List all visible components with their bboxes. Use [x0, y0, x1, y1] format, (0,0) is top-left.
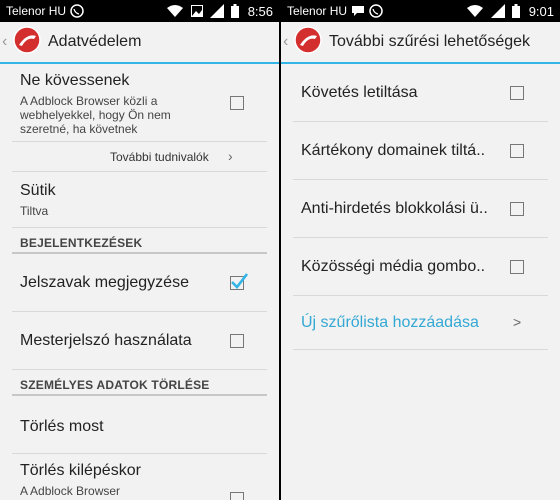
- do-not-track-checkbox[interactable]: [230, 96, 244, 110]
- action-bar: ‹ További szűrési lehetőségek: [281, 22, 560, 64]
- clear-on-exit-item[interactable]: Törlés kilépéskor A Adblock Browser: [12, 454, 267, 500]
- clear-on-exit-label: Törlés kilépéskor: [20, 462, 141, 479]
- page-title: További szűrési lehetőségek: [329, 33, 531, 50]
- clock: 8:56: [247, 3, 273, 19]
- cookies-label: Sütik: [20, 182, 56, 199]
- remember-passwords-label: Jelszavak megjegyzése: [20, 274, 189, 291]
- chevron-right-icon: ›: [228, 148, 233, 164]
- do-not-track-item[interactable]: Ne kövessenek A Adblock Browser közli a …: [12, 64, 267, 142]
- master-password-label: Mesterjelszó használata: [20, 332, 192, 349]
- signal-icon: [490, 4, 505, 18]
- filter-item-anti-adblock[interactable]: Anti-hirdetés blokkolási ü..: [293, 180, 548, 238]
- section-title-logins: BEJELENTKEZÉSEK: [20, 236, 143, 250]
- do-not-track-desc-2: webhelyekkel, hogy Ön nem: [20, 108, 171, 122]
- page-title: Adatvédelem: [48, 33, 142, 50]
- filter-checkbox[interactable]: [510, 202, 524, 216]
- master-password-checkbox[interactable]: [230, 334, 244, 348]
- do-not-track-desc-3: szeretné, ha követnek: [20, 122, 138, 136]
- more-info-link[interactable]: További tudnivalók: [110, 150, 209, 164]
- clear-on-exit-desc: A Adblock Browser: [20, 484, 121, 498]
- master-password-item[interactable]: Mesterjelszó használata: [12, 312, 267, 370]
- battery-icon: [230, 4, 239, 18]
- back-chevron-icon[interactable]: ‹: [283, 33, 291, 51]
- cookies-item[interactable]: Sütik Tiltva: [12, 172, 267, 228]
- chat-bubble-icon: [351, 5, 365, 17]
- clear-now-item[interactable]: Törlés most: [12, 396, 267, 454]
- wifi-icon: [466, 4, 484, 18]
- back-chevron-icon[interactable]: ‹: [2, 33, 10, 51]
- add-filter-list-item[interactable]: Új szűrőlista hozzáadása >: [293, 296, 548, 350]
- do-not-track-desc-1: A Adblock Browser közli a: [20, 94, 158, 108]
- filter-item-tracking[interactable]: Követés letiltása: [293, 64, 548, 122]
- viber-icon: [70, 4, 84, 18]
- more-info-row[interactable]: További tudnivalók ›: [12, 142, 267, 172]
- checkmark-icon: [231, 273, 248, 289]
- status-bar: Telenor HU 9:01: [281, 0, 560, 22]
- filter-checkbox[interactable]: [510, 260, 524, 274]
- cookies-value: Tiltva: [20, 204, 49, 218]
- filter-label: Kártékony domainek tiltá..: [301, 142, 486, 159]
- add-filter-list-link[interactable]: Új szűrőlista hozzáadása: [301, 314, 479, 332]
- remember-passwords-item[interactable]: Jelszavak megjegyzése: [12, 254, 267, 312]
- filter-label: Anti-hirdetés blokkolási ü..: [301, 200, 488, 217]
- clear-on-exit-checkbox[interactable]: [230, 492, 244, 500]
- section-header-logins: BEJELENTKEZÉSEK: [12, 228, 267, 254]
- battery-icon: [511, 4, 520, 18]
- clock: 9:01: [528, 3, 554, 19]
- carrier-name: Telenor HU: [6, 4, 67, 18]
- clear-now-label: Törlés most: [20, 418, 104, 435]
- signal-icon: [209, 4, 224, 18]
- app-logo-icon[interactable]: [293, 25, 329, 60]
- filter-label: Követés letiltása: [301, 84, 418, 101]
- status-bar: Telenor HU 8:56: [0, 0, 279, 22]
- wifi-icon: [166, 4, 184, 18]
- filter-item-social[interactable]: Közösségi média gombo..: [293, 238, 548, 296]
- left-screen: Telenor HU 8:56 ‹ Adatvédelem Ne kövesse…: [0, 0, 279, 500]
- filter-item-malware[interactable]: Kártékony domainek tiltá..: [293, 122, 548, 180]
- app-logo-icon[interactable]: [12, 25, 48, 60]
- section-title-clear-data: SZEMÉLYES ADATOK TÖRLÉSE: [20, 378, 210, 392]
- filter-label: Közösségi média gombo..: [301, 258, 486, 275]
- chevron-right-icon: >: [513, 314, 522, 330]
- right-screen: Telenor HU 9:01 ‹ További szűrési lehető…: [281, 0, 560, 500]
- remember-passwords-checkbox[interactable]: [230, 273, 248, 290]
- do-not-track-label: Ne kövessenek: [20, 72, 130, 89]
- filter-checkbox[interactable]: [510, 86, 524, 100]
- image-notification-icon: [190, 5, 203, 17]
- action-bar: ‹ Adatvédelem: [0, 22, 279, 64]
- filter-checkbox[interactable]: [510, 144, 524, 158]
- viber-icon: [369, 4, 383, 18]
- carrier-name: Telenor HU: [287, 4, 348, 18]
- section-header-clear-data: SZEMÉLYES ADATOK TÖRLÉSE: [12, 370, 267, 396]
